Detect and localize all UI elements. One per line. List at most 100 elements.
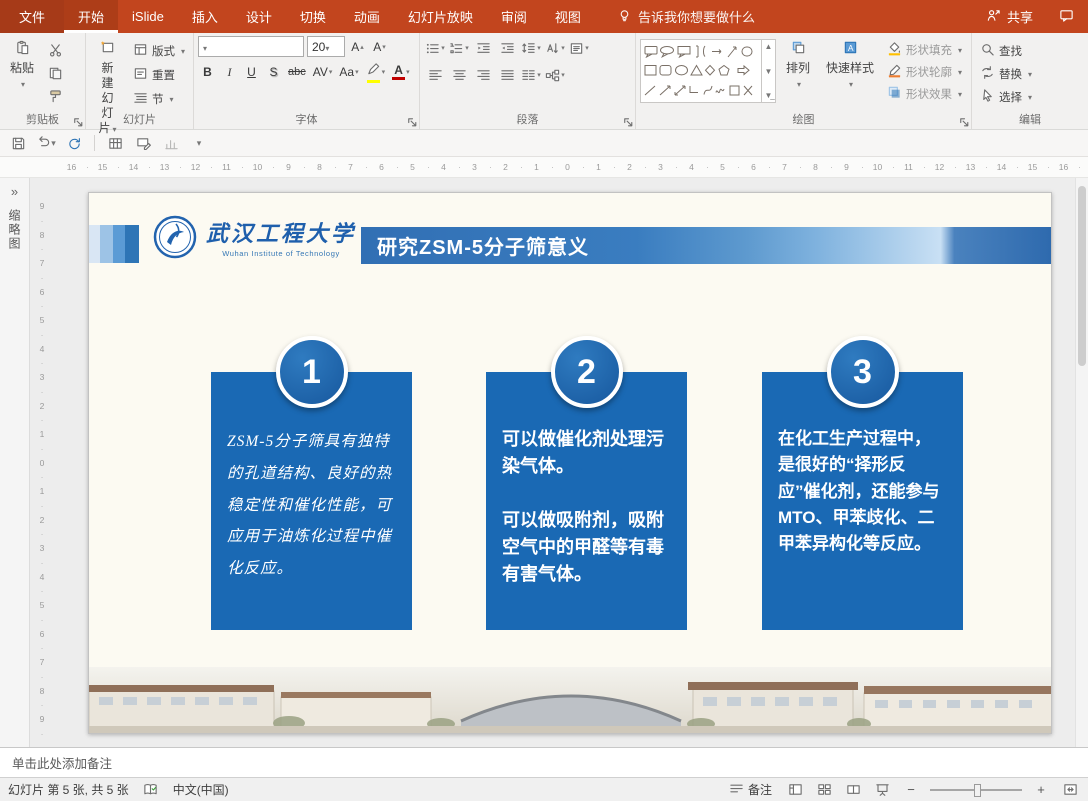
comments-button[interactable]: [1045, 0, 1088, 33]
layout-button[interactable]: 版式: [129, 40, 189, 61]
slide-title-banner[interactable]: 研究ZSM-5分子筛意义: [361, 227, 1051, 264]
shapes-row-lines: [644, 85, 753, 96]
spell-check-icon[interactable]: [141, 780, 161, 800]
customize-qat-button[interactable]: ▾: [187, 132, 211, 154]
grow-font-button[interactable]: A: [348, 37, 367, 57]
chart-quick-button[interactable]: [159, 132, 183, 154]
arrange-button[interactable]: 排列: [780, 36, 816, 110]
font-name-combo[interactable]: [198, 36, 304, 57]
undo-button[interactable]: ▾: [34, 132, 58, 154]
tab-开始[interactable]: 开始: [64, 0, 119, 33]
save-button[interactable]: [6, 132, 30, 154]
reset-button[interactable]: 重置: [129, 64, 189, 85]
zoom-slider[interactable]: [930, 780, 1022, 800]
expand-thumbnails-icon[interactable]: [11, 184, 18, 199]
vertical-scrollbar[interactable]: [1075, 178, 1088, 747]
ruler-mark: 15: [87, 157, 120, 177]
bold-button[interactable]: B: [198, 62, 217, 82]
tab-视图[interactable]: 视图: [541, 0, 595, 33]
clipboard-dialog-launcher[interactable]: [71, 115, 83, 127]
tab-幻灯片放映[interactable]: 幻灯片放映: [394, 0, 487, 33]
content-card-3[interactable]: 3 在化工生产过程中，是很好的“择形反应”催化剂，还能参与MTO、甲苯歧化、二甲苯…: [762, 336, 963, 630]
shape-effects-button[interactable]: 形状效果: [884, 84, 965, 104]
align-text-button[interactable]: [568, 38, 590, 59]
tell-me-box[interactable]: 告诉我你想要做什么: [617, 0, 755, 33]
quick-styles-button[interactable]: A 快速样式: [820, 36, 880, 110]
gallery-more-icon[interactable]: ▼̲: [765, 91, 773, 100]
cut-button[interactable]: [44, 40, 66, 60]
zoom-out-button[interactable]: [901, 780, 921, 800]
vertical-ruler[interactable]: 9876543210123456789: [30, 192, 54, 734]
align-right-button[interactable]: [472, 65, 494, 86]
reading-view-button[interactable]: [843, 780, 863, 800]
justify-button[interactable]: [496, 65, 518, 86]
bullets-button[interactable]: [424, 38, 446, 59]
replace-button[interactable]: 替换: [976, 63, 1036, 84]
gallery-up-icon[interactable]: ▲: [765, 42, 773, 51]
ruler-mark: 4: [428, 157, 461, 177]
section-button[interactable]: 节: [129, 88, 189, 109]
horizontal-ruler[interactable]: 1615141312111098765432101234567891011121…: [56, 157, 1081, 177]
tab-插入[interactable]: 插入: [178, 0, 232, 33]
thumbnail-pane-collapsed[interactable]: 缩略图: [0, 178, 30, 747]
underline-button[interactable]: U: [242, 62, 261, 82]
language-indicator[interactable]: 中文(中国): [173, 781, 229, 798]
ruler-mark: 6: [30, 620, 54, 649]
content-card-1[interactable]: 1 ZSM-5分子筛具有独特的孔道结构、良好的热稳定性和催化性能，可应用于油炼化过…: [211, 336, 412, 630]
decrease-indent-button[interactable]: [472, 38, 494, 59]
tab-审阅[interactable]: 审阅: [487, 0, 541, 33]
paste-button[interactable]: 粘贴: [4, 36, 40, 110]
font-dialog-launcher[interactable]: [405, 115, 417, 127]
notes-toggle-button[interactable]: 备注: [725, 780, 776, 800]
new-slide-button[interactable]: 新建 幻灯片: [90, 36, 125, 135]
slide-sorter-view-button[interactable]: [814, 780, 834, 800]
highlight-color-button[interactable]: [364, 62, 388, 83]
paragraph-dialog-launcher[interactable]: [621, 115, 633, 127]
slideshow-button[interactable]: [872, 780, 892, 800]
start-inking-button[interactable]: [131, 132, 155, 154]
columns-button[interactable]: [520, 65, 542, 86]
thumbnail-pane-label: 缩略图: [7, 209, 21, 251]
shape-outline-button[interactable]: 形状轮廓: [884, 62, 965, 82]
format-painter-button[interactable]: [44, 86, 66, 106]
zoom-in-button[interactable]: [1031, 780, 1051, 800]
select-button[interactable]: 选择: [976, 86, 1036, 107]
fit-slide-to-window-button[interactable]: [1060, 780, 1080, 800]
convert-smartart-button[interactable]: [544, 65, 566, 86]
font-size-combo[interactable]: 20: [307, 36, 345, 57]
zoom-slider-thumb[interactable]: [974, 783, 981, 797]
normal-view-button[interactable]: [785, 780, 805, 800]
find-button[interactable]: 查找: [976, 40, 1036, 61]
tab-设计[interactable]: 设计: [232, 0, 286, 33]
italic-button[interactable]: I: [220, 62, 239, 82]
line-spacing-button[interactable]: [520, 38, 542, 59]
redo-button[interactable]: [62, 132, 86, 154]
text-direction-button[interactable]: [544, 38, 566, 59]
drawing-dialog-launcher[interactable]: [957, 115, 969, 127]
change-case-button[interactable]: Aa: [337, 62, 360, 82]
increase-indent-button[interactable]: [496, 38, 518, 59]
tab-文件[interactable]: 文件: [0, 0, 65, 33]
content-card-2[interactable]: 2 可以做催化剂处理污染气体。 可以做吸附剂，吸附空气中的甲醛等有毒有害气体。: [486, 336, 687, 630]
tab-iSlide[interactable]: iSlide: [118, 0, 178, 33]
tab-动画[interactable]: 动画: [340, 0, 394, 33]
notes-pane[interactable]: 单击此处添加备注: [0, 747, 1088, 777]
align-left-button[interactable]: [424, 65, 446, 86]
shapes-gallery-scroll[interactable]: ▲ ▼ ▼̲: [762, 39, 776, 103]
share-button[interactable]: 共享: [974, 0, 1045, 33]
align-center-button[interactable]: [448, 65, 470, 86]
copy-button[interactable]: [44, 63, 66, 83]
ruler-mark: 6: [30, 278, 54, 307]
gallery-down-icon[interactable]: ▼: [765, 67, 773, 76]
scrollbar-thumb[interactable]: [1078, 186, 1086, 366]
numbering-button[interactable]: [448, 38, 470, 59]
tab-切换[interactable]: 切换: [286, 0, 340, 33]
shapes-gallery[interactable]: [640, 39, 762, 103]
character-spacing-button[interactable]: AV: [311, 62, 335, 82]
shrink-font-button[interactable]: A: [370, 37, 389, 57]
slide-canvas[interactable]: 武汉工程大学 Wuhan Institute of Technology 研究Z…: [88, 192, 1052, 734]
font-color-button[interactable]: A: [390, 62, 412, 82]
strikethrough-button[interactable]: abc: [286, 62, 308, 82]
text-shadow-button[interactable]: S: [264, 62, 283, 82]
shape-fill-button[interactable]: 形状填充: [884, 40, 965, 60]
